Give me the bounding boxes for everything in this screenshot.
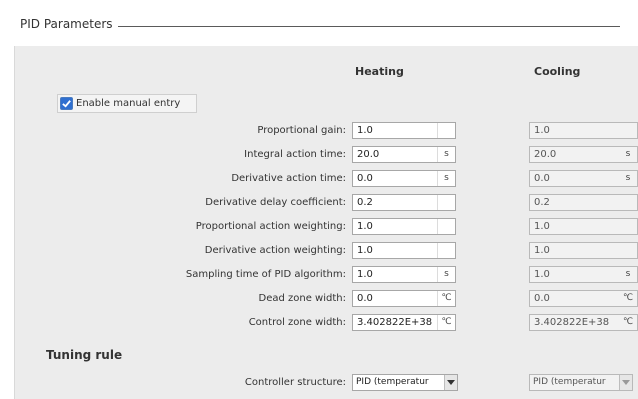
section-divider xyxy=(118,26,620,27)
param-row-proportional-gain: Proportional gain: 1.0 1.0 xyxy=(0,122,638,140)
heating-derivative-action-time-input[interactable]: 0.0 s xyxy=(352,170,456,187)
cooling-dead-zone-width-input: 0.0 ℃ xyxy=(529,290,638,307)
param-row-dead-zone-width: Dead zone width: 0.0 ℃ 0.0 ℃ xyxy=(0,290,638,308)
tuning-rule-heading: Tuning rule xyxy=(46,348,123,362)
controller-structure-label: Controller structure: xyxy=(244,377,346,388)
cooling-proportional-action-weighting-input: 1.0 xyxy=(529,218,638,235)
controller-structure-row: Controller structure: PID (temperatur PI… xyxy=(0,374,638,392)
column-header-heating: Heating xyxy=(355,65,404,78)
param-label: Integral action time: xyxy=(244,149,346,160)
param-row-control-zone-width: Control zone width: 3.402822E+38 ℃ 3.4028… xyxy=(0,314,638,332)
cooling-proportional-gain-input: 1.0 xyxy=(529,122,638,139)
param-label: Dead zone width: xyxy=(258,293,346,304)
dropdown-arrow-icon xyxy=(619,375,632,390)
param-label: Control zone width: xyxy=(248,317,346,328)
enable-manual-entry-checkbox[interactable]: Enable manual entry xyxy=(57,94,197,113)
column-header-cooling: Cooling xyxy=(534,65,581,78)
param-label: Derivative action weighting: xyxy=(204,245,346,256)
cooling-integral-action-time-input: 20.0 s xyxy=(529,146,638,163)
param-label: Proportional action weighting: xyxy=(195,221,346,232)
param-label: Derivative action time: xyxy=(231,173,346,184)
heating-control-zone-width-input[interactable]: 3.402822E+38 ℃ xyxy=(352,314,456,331)
heating-proportional-action-weighting-input[interactable]: 1.0 xyxy=(352,218,456,235)
section-header: PID Parameters xyxy=(0,0,638,46)
heating-derivative-action-weighting-input[interactable]: 1.0 xyxy=(352,242,456,259)
cooling-derivative-action-time-input: 0.0 s xyxy=(529,170,638,187)
cooling-control-zone-width-input: 3.402822E+38 ℃ xyxy=(529,314,638,331)
enable-manual-entry-label: Enable manual entry xyxy=(76,98,181,109)
cooling-derivative-delay-coefficient-input: 0.2 xyxy=(529,194,638,211)
cooling-sampling-time-input: 1.0 s xyxy=(529,266,638,283)
checkmark-icon xyxy=(60,97,73,110)
heating-sampling-time-input[interactable]: 1.0 s xyxy=(352,266,456,283)
heating-proportional-gain-input[interactable]: 1.0 xyxy=(352,122,456,139)
param-row-derivative-action-weighting: Derivative action weighting: 1.0 1.0 xyxy=(0,242,638,260)
param-row-integral-action-time: Integral action time: 20.0 s 20.0 s xyxy=(0,146,638,164)
param-row-proportional-action-weighting: Proportional action weighting: 1.0 1.0 xyxy=(0,218,638,236)
param-row-sampling-time: Sampling time of PID algorithm: 1.0 s 1.0… xyxy=(0,266,638,284)
cooling-derivative-action-weighting-input: 1.0 xyxy=(529,242,638,259)
param-label: Derivative delay coefficient: xyxy=(205,197,346,208)
param-row-derivative-action-time: Derivative action time: 0.0 s 0.0 s xyxy=(0,170,638,188)
dropdown-arrow-icon[interactable] xyxy=(444,375,457,390)
cooling-controller-structure-select: PID (temperatur xyxy=(529,374,633,391)
heating-integral-action-time-input[interactable]: 20.0 s xyxy=(352,146,456,163)
param-row-derivative-delay-coefficient: Derivative delay coefficient: 0.2 0.2 xyxy=(0,194,638,212)
param-label: Sampling time of PID algorithm: xyxy=(185,269,346,280)
section-title: PID Parameters xyxy=(20,17,113,31)
heating-derivative-delay-coefficient-input[interactable]: 0.2 xyxy=(352,194,456,211)
heating-dead-zone-width-input[interactable]: 0.0 ℃ xyxy=(352,290,456,307)
param-label: Proportional gain: xyxy=(257,125,346,136)
heating-controller-structure-select[interactable]: PID (temperatur xyxy=(352,374,458,391)
